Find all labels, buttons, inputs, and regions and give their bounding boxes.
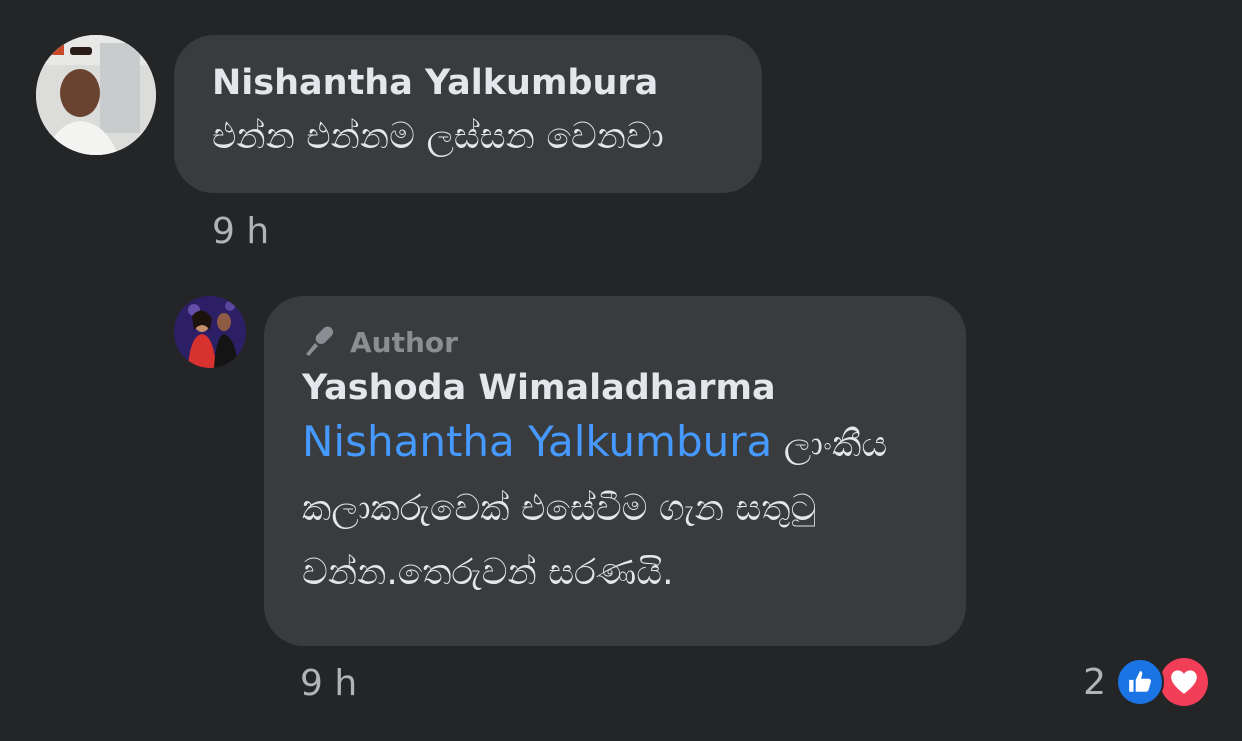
like-icon	[1116, 658, 1164, 706]
reaction-count: 2	[1083, 661, 1106, 703]
comment-timestamp[interactable]: 9 h	[212, 212, 269, 252]
author-badge-label: Author	[350, 325, 458, 359]
reply-timestamp[interactable]: 9 h	[300, 664, 357, 704]
reply-author-avatar[interactable]	[174, 296, 246, 368]
love-icon	[1160, 658, 1208, 706]
reactions-summary[interactable]: 2	[1083, 656, 1208, 708]
mention-link[interactable]: Nishantha Yalkumbura	[302, 417, 772, 466]
author-badge: Author	[302, 320, 928, 364]
reply-text-container: Nishantha Yalkumbura ලාංකීය කලාකරුවෙක් එ…	[302, 410, 928, 605]
reply-author-name[interactable]: Yashoda Wimaladharma	[302, 366, 928, 410]
microphone-icon	[302, 322, 338, 362]
commenter-avatar[interactable]	[36, 35, 156, 155]
reply-bubble: Author Yashoda Wimaladharma Nishantha Ya…	[264, 296, 966, 646]
comment-author-name[interactable]: Nishantha Yalkumbura	[212, 61, 724, 105]
comment-bubble: Nishantha Yalkumbura එන්න එන්නම ලස්සන වෙ…	[174, 35, 762, 193]
comment-text: එන්න එන්නම ලස්සන වෙනවා	[212, 116, 664, 157]
